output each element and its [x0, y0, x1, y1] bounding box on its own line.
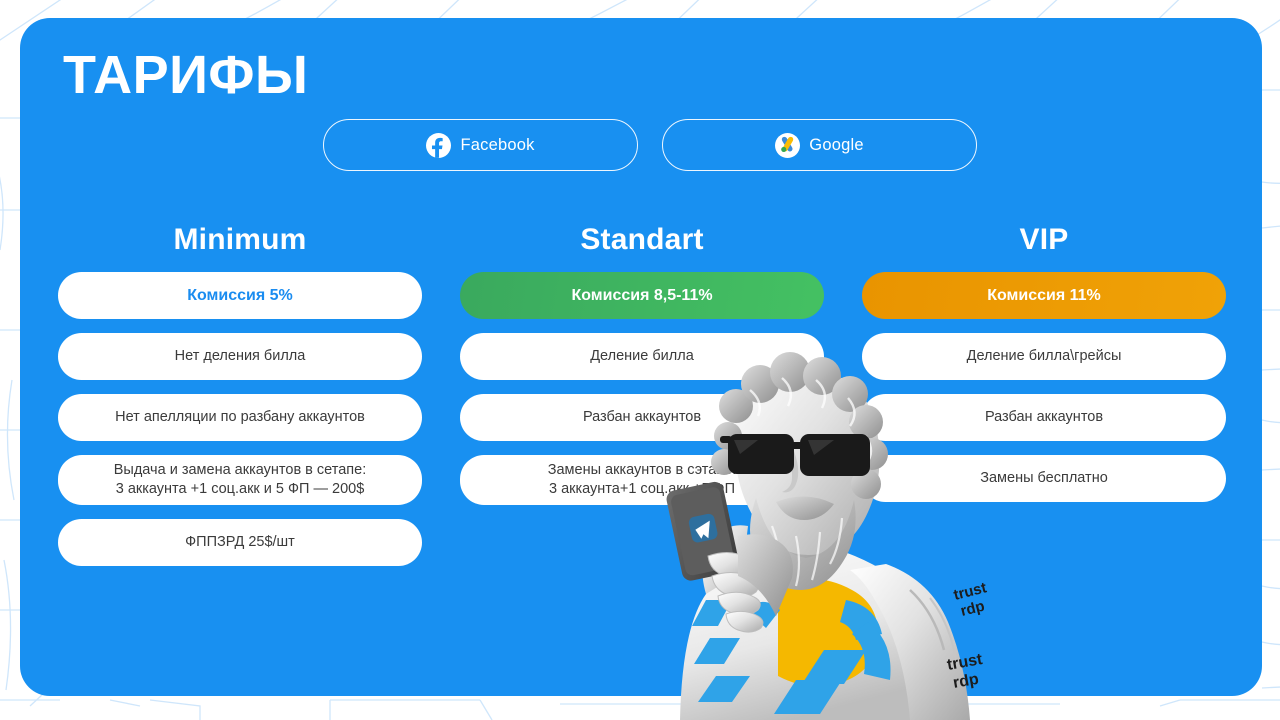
- plan-commission-label: Комиссия 8,5-11%: [571, 286, 713, 304]
- plan-feature-label: Замены бесплатно: [980, 469, 1108, 486]
- pricing-card: ТАРИФЫ Facebook Google Minimum Комиссия …: [20, 18, 1262, 696]
- plan-feature-row[interactable]: Замены аккаунтов в сэтапе: 3 аккаунта+1 …: [460, 455, 824, 506]
- tab-facebook[interactable]: Facebook: [323, 119, 638, 171]
- plan-feature-label: Выдача и замена аккаунтов в сетапе: 3 ак…: [113, 462, 367, 498]
- plan-feature-label: Замены аккаунтов в сэтапе: 3 аккаунта+1 …: [547, 462, 737, 498]
- plan-commission-label: Комиссия 11%: [987, 286, 1101, 304]
- page-title: ТАРИФЫ: [63, 45, 309, 105]
- plan-column-vip: VIP Комиссия 11% Деление билла\грейсы Ра…: [862, 223, 1226, 580]
- plan-column-minimum: Minimum Комиссия 5% Нет деления билла Не…: [58, 223, 422, 580]
- plan-feature-label: Разбан аккаунтов: [582, 408, 702, 425]
- plan-commission-vip[interactable]: Комиссия 11%: [862, 272, 1226, 319]
- plan-feature-label: Деление билла: [590, 347, 694, 364]
- plan-feature-label: Нет апелляции по разбану аккаунтов: [115, 408, 365, 425]
- plan-feature-row[interactable]: Выдача и замена аккаунтов в сетапе: 3 ак…: [58, 455, 422, 506]
- plan-feature-row[interactable]: Замены бесплатно: [862, 455, 1226, 502]
- plan-feature-row[interactable]: Деление билла\грейсы: [862, 333, 1226, 380]
- plan-title-vip: VIP: [1019, 223, 1069, 256]
- plan-feature-row[interactable]: Деление билла: [460, 333, 824, 380]
- plan-title-standart: Standart: [580, 223, 704, 256]
- tab-facebook-label: Facebook: [460, 135, 535, 154]
- plan-feature-row[interactable]: Нет деления билла: [58, 333, 422, 380]
- pricing-columns: Minimum Комиссия 5% Нет деления билла Не…: [58, 223, 1226, 580]
- plan-commission-minimum[interactable]: Комиссия 5%: [58, 272, 422, 319]
- tab-google-label: Google: [809, 135, 864, 154]
- plan-feature-row[interactable]: ФППЗРД 25$/шт: [58, 519, 422, 567]
- plan-feature-label: Нет деления билла: [174, 347, 306, 364]
- plan-feature-row[interactable]: Нет апелляции по разбану аккаунтов: [58, 394, 422, 441]
- plan-column-standart: Standart Комиссия 8,5-11% Деление билла …: [460, 223, 824, 580]
- plan-title-minimum: Minimum: [173, 223, 307, 256]
- plan-feature-row[interactable]: Разбан аккаунтов: [862, 394, 1226, 441]
- plan-feature-label: Разбан аккаунтов: [984, 408, 1104, 425]
- tab-google[interactable]: Google: [662, 119, 977, 171]
- plan-commission-label: Комиссия 5%: [187, 286, 293, 304]
- plan-feature-label: ФППЗРД 25$/шт: [185, 534, 295, 551]
- plan-commission-standart[interactable]: Комиссия 8,5-11%: [460, 272, 824, 319]
- facebook-icon: [426, 132, 452, 158]
- platform-tabs: Facebook Google: [323, 119, 977, 171]
- plan-feature-label: Деление билла\грейсы: [966, 347, 1122, 364]
- google-ads-icon: [775, 132, 801, 158]
- plan-feature-row[interactable]: Разбан аккаунтов: [460, 394, 824, 441]
